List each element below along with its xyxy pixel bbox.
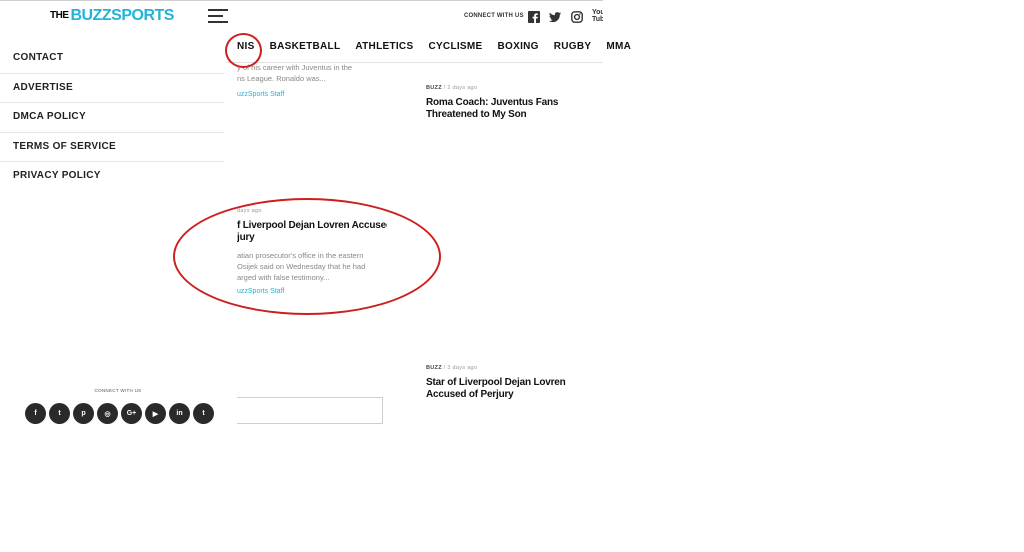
article-card-2[interactable]: BUZZ / 2 days ago Roma Coach: Juventus F…	[426, 85, 604, 121]
instagram-icon[interactable]	[571, 10, 583, 23]
twitter-icon[interactable]	[549, 10, 561, 23]
youtube-icon[interactable]: You Tube	[592, 9, 603, 23]
connect-label: CONNECT WITH US	[464, 13, 524, 19]
article-author[interactable]: uzzSports Staff	[237, 91, 387, 98]
article-category[interactable]: BUZZ	[426, 85, 442, 91]
article-headline[interactable]: Star of Liverpool Dejan Lovren Accused o…	[426, 377, 604, 401]
article-card-1[interactable]: y of his career with Juventus in the ns …	[237, 62, 387, 98]
article-headline[interactable]: Roma Coach: Juventus Fans Threatened to …	[426, 97, 604, 121]
youtube-icon[interactable]: ▶	[145, 403, 166, 424]
nav-item-boxing[interactable]: BOXING	[498, 41, 539, 52]
article-category[interactable]: BUZZ	[426, 365, 442, 371]
top-divider	[0, 0, 603, 1]
social-icons-row: f t p ◎ G+ ▶ in t	[25, 403, 217, 424]
category-nav: NIS BASKETBALL ATHLETICS CYCLISME BOXING…	[237, 41, 646, 52]
search-input[interactable]	[237, 397, 383, 424]
menu-toggle-icon[interactable]	[208, 9, 228, 23]
annotation-circle	[225, 33, 262, 68]
nav-item-mma[interactable]: MMA	[606, 41, 631, 52]
side-menu-item-contact[interactable]: CONTACT	[0, 44, 224, 74]
side-menu-item-dmca-policy[interactable]: DMCA POLICY	[0, 103, 224, 133]
article-meta: BUZZ / 2 days ago	[426, 85, 604, 91]
logo-the: THE	[50, 10, 69, 21]
article-time: / 2 days ago	[443, 85, 478, 91]
article-card-4[interactable]: BUZZ / 3 days ago Star of Liverpool Deja…	[426, 365, 604, 401]
article-excerpt-line: y of his career with Juventus in the	[237, 63, 353, 72]
google-plus-icon[interactable]: G+	[121, 403, 142, 424]
side-menu-item-terms-of-service[interactable]: TERMS OF SERVICE	[0, 133, 224, 162]
nav-item-basketball[interactable]: BASKETBALL	[270, 41, 341, 52]
connect-label-bottom: CONNECT WITH US	[94, 388, 142, 393]
linkedin-icon[interactable]: in	[169, 403, 190, 424]
pinterest-icon[interactable]: p	[73, 403, 94, 424]
nav-item-rugby[interactable]: RUGBY	[554, 41, 592, 52]
logo-sports: SPORTS	[111, 7, 174, 24]
article-meta: BUZZ / 3 days ago	[426, 365, 604, 371]
logo-buzz: BUZZ	[70, 7, 112, 24]
twitter-icon[interactable]: t	[49, 403, 70, 424]
annotation-ellipse	[173, 198, 441, 315]
facebook-icon[interactable]	[528, 10, 540, 23]
site-logo[interactable]: THE BUZZSPORTS	[50, 8, 174, 24]
nav-item-cyclisme[interactable]: CYCLISME	[428, 41, 482, 52]
side-menu-item-advertise[interactable]: ADVERTISE	[0, 74, 224, 103]
article-excerpt-line: ns League. Ronaldo was...	[237, 74, 326, 83]
side-menu-item-privacy-policy[interactable]: PRIVACY POLICY	[0, 162, 224, 191]
instagram-icon[interactable]: ◎	[97, 403, 118, 424]
article-time: / 3 days ago	[443, 365, 478, 371]
tumblr-icon[interactable]: t	[193, 403, 214, 424]
facebook-icon[interactable]: f	[25, 403, 46, 424]
side-menu: CONTACT ADVERTISE DMCA POLICY TERMS OF S…	[0, 44, 224, 191]
nav-item-athletics[interactable]: ATHLETICS	[355, 41, 413, 52]
